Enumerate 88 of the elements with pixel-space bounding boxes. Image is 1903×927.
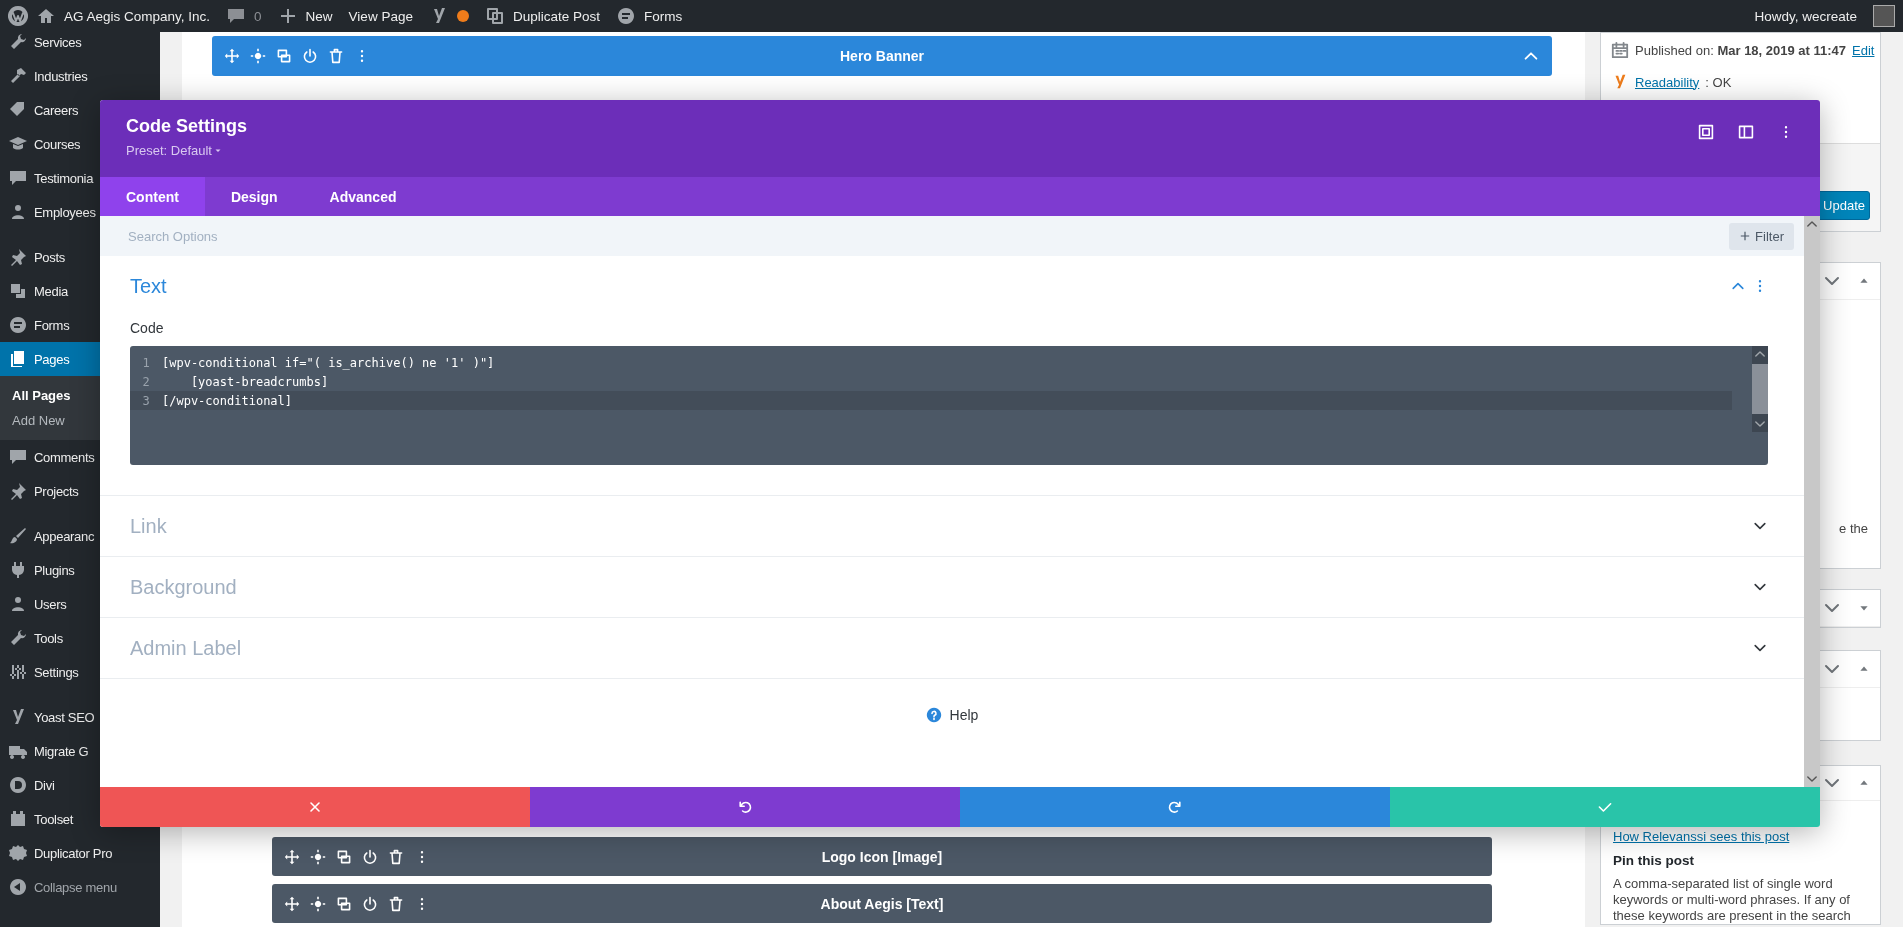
new-link[interactable]: New (305, 8, 333, 24)
comment-icon (8, 447, 28, 467)
menu-item[interactable]: Migrate G (0, 734, 160, 768)
duplicate-icon[interactable] (336, 848, 352, 865)
menu-item[interactable]: Duplicator Pro (0, 836, 160, 870)
menu-item[interactable]: Services (0, 32, 160, 59)
close-icon (307, 799, 323, 815)
settings-icon[interactable] (310, 895, 326, 912)
preset-dropdown[interactable]: Preset: Default (126, 143, 247, 158)
section-bar[interactable]: Hero Banner (212, 36, 1552, 76)
code-line: [/wpv-conditional] (162, 393, 293, 408)
forms-icon[interactable] (615, 6, 636, 26)
scrollbar[interactable] (1804, 216, 1820, 787)
greeting-link[interactable]: Howdy, wecreate (1754, 8, 1857, 24)
expand-icon[interactable] (1698, 124, 1714, 140)
divi-icon (8, 775, 28, 795)
status-dot (456, 10, 469, 22)
site-link[interactable]: AG Aegis Company, Inc. (64, 8, 211, 24)
forms-icon (8, 315, 28, 335)
menu-item[interactable]: Divi (0, 768, 160, 802)
menu-item[interactable]: Yoast SEO (0, 700, 160, 734)
edit-link[interactable]: Edit (1852, 42, 1875, 58)
pin-heading: Pin this post (1613, 853, 1695, 868)
line-number: 2 (141, 374, 151, 389)
undo-icon (737, 799, 753, 815)
view-page-link[interactable]: View Page (348, 8, 413, 24)
filter-button[interactable]: Filter (1729, 222, 1794, 250)
forms-link[interactable]: Forms (643, 8, 683, 24)
section-heading[interactable]: Text (130, 274, 167, 298)
tab[interactable]: Content (100, 177, 205, 216)
media-icon (8, 281, 28, 301)
duplicate-icon[interactable] (484, 6, 505, 26)
toolset-icon (8, 809, 28, 829)
box-text: e the (1839, 521, 1868, 536)
editor-scrollbar[interactable] (1752, 346, 1768, 432)
trash-icon[interactable] (388, 848, 404, 865)
paintbrush-icon (8, 526, 28, 546)
avatar[interactable] (1873, 5, 1895, 27)
speech-bubble-icon (8, 168, 28, 188)
trash-icon[interactable] (388, 895, 404, 912)
move-icon[interactable] (224, 48, 240, 64)
tab[interactable]: Design (204, 177, 304, 216)
duplicate-icon[interactable] (336, 895, 352, 912)
power-icon[interactable] (362, 848, 378, 865)
home-icon[interactable] (36, 6, 56, 26)
settings-icon[interactable] (310, 848, 326, 865)
settings-icon[interactable] (250, 48, 266, 64)
redo-icon (1167, 799, 1183, 815)
module-title: About Aegis [Text] (819, 895, 945, 912)
sliders-icon (8, 662, 28, 682)
move-icon[interactable] (284, 848, 300, 865)
plus-icon (1739, 230, 1752, 242)
sidebar-toggle-icon[interactable] (1738, 124, 1754, 140)
wordpress-logo-icon[interactable] (8, 6, 28, 26)
help-icon[interactable] (925, 707, 942, 723)
duplicate-icon[interactable] (276, 48, 292, 64)
collapse-menu-button[interactable]: Collapse menu (0, 870, 160, 904)
published-date: Published on: Mar 18, 2019 at 11:47 (1635, 42, 1847, 58)
line-number: 3 (141, 393, 151, 408)
module-bar[interactable]: Logo Icon [Image] (272, 837, 1492, 876)
tab[interactable]: Advanced (303, 177, 423, 216)
field-label: Code (130, 320, 165, 336)
move-icon[interactable] (284, 895, 300, 912)
collapse-icon (8, 877, 28, 897)
code-line: [yoast-breadcrumbs] (189, 374, 329, 389)
code-line: [wpv-conditional if="( is_archive() ne '1' )"] (162, 355, 495, 370)
module-bar[interactable]: About Aegis [Text] (272, 884, 1492, 923)
pin-description: A comma-separated list of single word keywords or multi-word phrases. If any of these keywords are present in the search (1613, 876, 1852, 924)
readability-status: : OK (1705, 74, 1732, 90)
relevanssi-link[interactable]: How Relevanssi sees this post (1613, 829, 1790, 844)
line-number: 1 (141, 355, 151, 370)
power-icon[interactable] (302, 48, 318, 64)
code-editor[interactable]: 1 [wpv-conditional if="( is_archive() ne '1' )"] 2 [yoast-breadcrumbs] 3 [/wpv-conditional] (130, 346, 1768, 465)
gear-icon (8, 843, 28, 863)
menu-item[interactable]: Toolset (0, 802, 160, 836)
module-title: Logo Icon [Image] (820, 848, 944, 865)
menu-item[interactable]: Industries (0, 59, 160, 93)
power-icon[interactable] (362, 895, 378, 912)
section-title: Hero Banner (839, 48, 925, 64)
help-link[interactable]: Help (949, 707, 979, 723)
modal-title: Code Settings (126, 116, 247, 137)
comment-count: 0 (254, 8, 262, 24)
comment-icon[interactable] (226, 6, 247, 26)
readability-link[interactable]: Readability (1635, 74, 1700, 90)
calendar-icon (1611, 41, 1629, 59)
menu-item[interactable]: Projects (0, 474, 160, 508)
duplicate-post-link[interactable]: Duplicate Post (512, 8, 600, 24)
trash-icon[interactable] (328, 48, 344, 64)
